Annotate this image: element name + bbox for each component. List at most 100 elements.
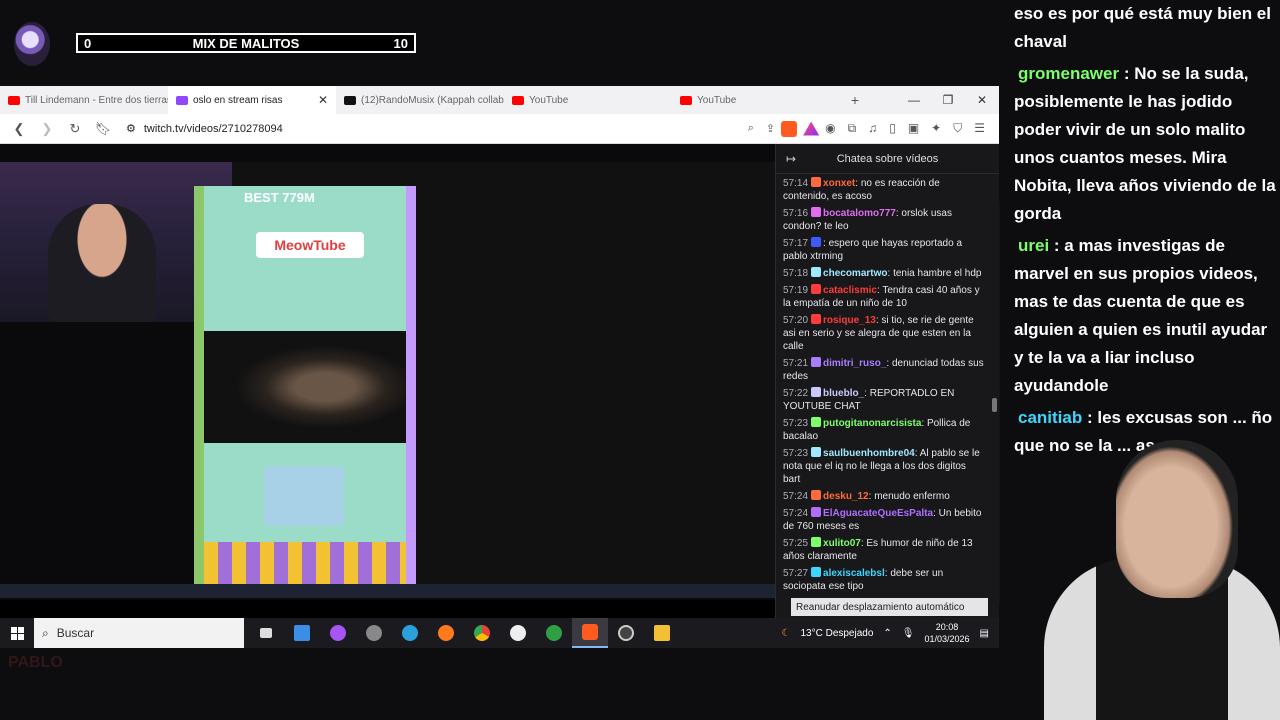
youtube-icon <box>680 95 692 105</box>
chat-timestamp: 57:18 <box>783 268 809 279</box>
tab-youtube-1[interactable]: YouTube <box>504 86 672 114</box>
overlay-chat-text: eso es por qué está muy bien el chaval <box>1014 4 1271 51</box>
chat-username[interactable]: checomartwo <box>823 268 887 279</box>
wallet-icon[interactable]: ▣ <box>908 121 919 136</box>
media-icon[interactable]: ♫ <box>868 121 877 136</box>
vpn-icon[interactable]: ⛉ <box>953 121 962 136</box>
chat-message: 57:22 blueblo_: REPORTADLO EN YOUTUBE CHA… <box>783 387 984 413</box>
tab-twitch[interactable]: oslo en stream risas ✕ <box>168 86 336 114</box>
resume-autoscroll-button[interactable]: Reanudar desplazamiento automático <box>791 598 988 616</box>
windows-taskbar: ⌕ Buscar ☾ 13°C Despejado ⌃ 🎙︎ 20:08 01/… <box>0 618 999 648</box>
weather-text[interactable]: 13°C Despejado <box>800 628 873 639</box>
zoom-icon[interactable]: ⌕ <box>748 122 754 135</box>
leo-icon[interactable]: ✦ <box>931 121 941 136</box>
obs-icon[interactable] <box>608 618 644 648</box>
tab-till-lindemann[interactable]: Till Lindemann - Entre dos tierras <box>0 86 168 114</box>
game-best-score: BEST 779M <box>244 190 315 205</box>
clock[interactable]: 20:08 01/03/2026 <box>925 621 970 645</box>
overlay-chat-message: eso es por qué está muy bien el chaval <box>1014 0 1280 56</box>
start-button[interactable] <box>0 626 34 640</box>
file-explorer-icon[interactable] <box>644 618 680 648</box>
streamer-figure <box>48 204 156 322</box>
back-icon[interactable]: ❮ <box>8 121 30 137</box>
user-badge-icon <box>811 507 822 517</box>
chat-panel: ↦ Chatea sobre vídeos 57:14 xonxet: no es… <box>775 144 999 618</box>
app-icon-tool[interactable] <box>356 618 392 648</box>
user-badge-icon <box>811 267 822 277</box>
tab-randomusix[interactable]: (12)RandoMusix (Kappah collab) <box>336 86 504 114</box>
site-info-icon[interactable]: ⚙︎ <box>126 122 136 135</box>
share-icon[interactable]: ⇪ <box>766 122 775 135</box>
extension-icon[interactable]: ◉ <box>825 121 835 136</box>
chat-timestamp: 57:14 <box>783 178 809 189</box>
brave-shields-icon[interactable] <box>781 120 798 137</box>
tab-label: YouTube <box>697 94 737 106</box>
tab-youtube-2[interactable]: YouTube <box>672 86 840 114</box>
chat-username[interactable]: putogitanonarcisista <box>823 418 921 429</box>
chevron-up-icon[interactable]: ⌃ <box>883 628 891 639</box>
chat-message: 57:27 alexiscalebsl: debe ser un sociopat… <box>783 567 984 593</box>
chat-timestamp: 57:23 <box>783 418 809 429</box>
chat-timestamp: 57:24 <box>783 491 809 502</box>
chat-username[interactable]: cataclismic <box>823 285 877 296</box>
chat-message: 57:18 checomartwo: tenia hambre el hdp <box>783 267 984 280</box>
cat-illustration <box>264 466 344 526</box>
user-badge-icon <box>811 567 822 577</box>
puzzle-icon[interactable]: ⧉ <box>848 121 857 136</box>
game-banner: MeowTube <box>256 232 364 258</box>
chat-message: 57:24 ElAguacateQueEsPalta: Un bebito de … <box>783 507 984 533</box>
chrome-icon[interactable] <box>464 618 500 648</box>
chat-username[interactable]: dimitri_ruso_ <box>823 358 886 369</box>
chat-timestamp: 57:24 <box>783 508 809 519</box>
user-badge-icon <box>811 447 822 457</box>
chat-username[interactable]: alexiscalebsl <box>823 568 885 579</box>
chat-username[interactable]: rosique_13 <box>823 315 876 326</box>
stream-frame: 0 MIX DE MALITOS 10 Till Lindemann - Ent… <box>0 0 1280 720</box>
brave-rewards-icon[interactable] <box>803 121 820 136</box>
brave-icon[interactable] <box>572 618 608 648</box>
menu-icon[interactable]: ☰ <box>974 121 985 136</box>
chat-scrollbar[interactable] <box>992 178 997 608</box>
close-tab-icon[interactable]: ✕ <box>318 93 328 107</box>
task-view-icon[interactable] <box>248 618 284 648</box>
xbox-icon[interactable] <box>536 618 572 648</box>
tab-label: oslo en stream risas <box>193 94 283 106</box>
search-placeholder: Buscar <box>56 626 95 640</box>
chat-message: 57:25 xulito07: Es humor de niño de 13 añ… <box>783 537 984 563</box>
streamer-head <box>1116 440 1238 598</box>
chat-username[interactable]: xulito07 <box>823 538 861 549</box>
media-player-icon[interactable] <box>500 618 536 648</box>
chat-text: menudo enfermo <box>874 491 950 502</box>
chat-username[interactable]: xonxet <box>823 178 855 189</box>
taskbar-search[interactable]: ⌕ Buscar <box>34 618 244 648</box>
firefox-icon[interactable] <box>428 618 464 648</box>
user-badge-icon <box>811 387 822 397</box>
chat-username[interactable]: saulbuenhombre04 <box>823 448 915 459</box>
collapse-chat-icon[interactable]: ↦ <box>786 152 808 166</box>
maximize-button[interactable]: ❐ <box>931 93 965 107</box>
microphone-icon[interactable]: 🎙︎ <box>902 628 915 639</box>
app-icon-chrome-profile[interactable] <box>320 618 356 648</box>
telegram-icon[interactable] <box>392 618 428 648</box>
sidebar-icon[interactable]: ▯ <box>889 121 896 136</box>
forward-icon[interactable]: ❯ <box>36 121 58 137</box>
url-field[interactable]: ⚙︎ twitch.tv/videos/2710278094 ⌕ ⇪ <box>120 118 775 140</box>
bookmark-icon[interactable]: 🔖︎ <box>92 121 114 137</box>
notifications-icon[interactable]: ▤ <box>980 628 989 639</box>
url-text: twitch.tv/videos/2710278094 <box>143 122 283 135</box>
store-icon[interactable] <box>284 618 320 648</box>
video-player[interactable]: BEST 779M MeowTube <box>0 144 1000 602</box>
chat-username[interactable]: bocatalomo777 <box>823 208 896 219</box>
minimize-button[interactable]: — <box>897 93 931 107</box>
chat-timestamp: 57:16 <box>783 208 809 219</box>
chat-title: Chatea sobre vídeos <box>836 152 939 165</box>
twitch-icon <box>176 95 188 105</box>
close-window-button[interactable]: ✕ <box>965 93 999 107</box>
overlay-chat-username: canitiab <box>1018 408 1083 427</box>
chat-username[interactable]: blueblo_ <box>823 388 864 399</box>
tab-bar: Till Lindemann - Entre dos tierras oslo … <box>0 86 999 114</box>
new-tab-button[interactable]: + <box>840 92 870 108</box>
chat-username[interactable]: ElAguacateQueEsPalta <box>823 508 933 519</box>
chat-username[interactable]: desku_12 <box>823 491 869 502</box>
reload-icon[interactable]: ↻ <box>64 121 86 137</box>
